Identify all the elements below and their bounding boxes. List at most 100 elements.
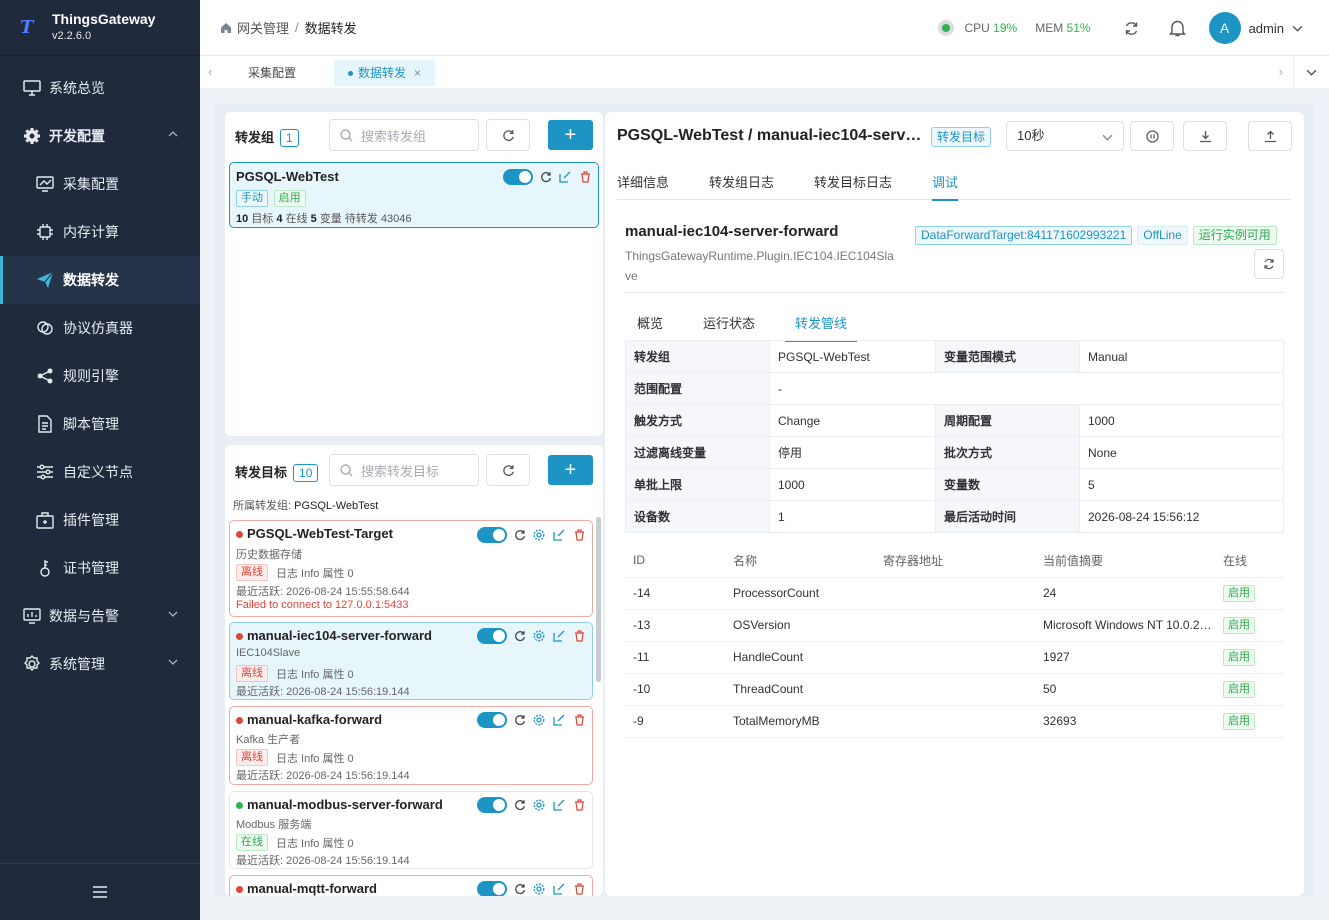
avatar[interactable]: A [1208, 12, 1241, 44]
sidebar-item-overview[interactable]: 系统总览 [0, 64, 200, 112]
sidebar-item-dev-config[interactable]: 开发配置 [0, 112, 200, 160]
sidebar-item-certs[interactable]: 证书管理 [0, 544, 200, 592]
cell-online: 启用 [1215, 673, 1284, 706]
settings-icon[interactable] [532, 713, 546, 727]
delete-icon[interactable] [572, 528, 586, 542]
sidebar-item-collect[interactable]: 采集配置 [0, 160, 200, 208]
delete-icon[interactable] [572, 629, 586, 643]
settings-icon[interactable] [532, 882, 546, 896]
target-card[interactable]: manual-mqtt-forward [229, 875, 593, 896]
tab-debug[interactable]: 调试 [932, 172, 959, 201]
table-row[interactable]: -11 HandleCount 1927 启用 [625, 641, 1284, 674]
sidebar-item-forward[interactable]: 数据转发 [0, 256, 200, 304]
refresh-icon[interactable] [513, 713, 527, 727]
refresh-button[interactable] [1122, 18, 1142, 38]
download-button[interactable] [1183, 121, 1227, 151]
sidebar-item-system[interactable]: 系统管理 [0, 640, 200, 688]
target-enable-toggle[interactable] [477, 527, 507, 543]
notifications-button[interactable] [1168, 18, 1188, 38]
sidebar-item-rules[interactable]: 规则引擎 [0, 352, 200, 400]
sidebar-item-data-alarm[interactable]: 数据与告警 [0, 592, 200, 640]
refresh-icon[interactable] [513, 629, 527, 643]
group-tags: 手动 启用 [236, 189, 306, 207]
add-target-button[interactable]: + [548, 455, 593, 485]
detail-refresh-button[interactable] [1254, 249, 1284, 279]
subtab-pipeline[interactable]: 转发管线 [784, 313, 858, 342]
edit-icon[interactable] [552, 713, 566, 727]
chevron-down-icon[interactable] [1292, 23, 1303, 34]
close-icon[interactable]: × [414, 66, 421, 80]
tabs-dropdown-button[interactable] [1293, 56, 1329, 89]
group-name: PGSQL-WebTest [236, 169, 339, 184]
target-card[interactable]: manual-modbus-server-forward Modbus 服务端 … [229, 791, 593, 869]
column-header[interactable]: 当前值摘要 [1035, 544, 1215, 578]
target-enable-toggle[interactable] [477, 881, 507, 896]
target-search-input[interactable]: 搜索转发目标 [329, 454, 479, 486]
target-enable-toggle[interactable] [477, 797, 507, 813]
group-search-input[interactable]: 搜索转发组 [329, 119, 479, 151]
kv-value: 1000 [1079, 404, 1284, 437]
column-header[interactable]: 在线 [1215, 544, 1284, 578]
subtab-overview[interactable]: 概览 [637, 313, 663, 332]
pause-button[interactable] [1130, 121, 1174, 151]
edit-icon[interactable] [552, 528, 566, 542]
target-enable-toggle[interactable] [477, 712, 507, 728]
group-card[interactable]: PGSQL-WebTest 手动 启用 10 目标 4 在线 5 变量 待转发 … [229, 162, 599, 228]
target-card-selected[interactable]: manual-iec104-server-forward IEC104Slave… [229, 622, 593, 700]
breadcrumb-item[interactable]: 网关管理 [237, 18, 289, 37]
refresh-icon[interactable] [539, 170, 553, 184]
delete-icon[interactable] [572, 713, 586, 727]
table-row[interactable]: -13 OSVersion Microsoft Windows NT 10.0.… [625, 609, 1284, 642]
table-row[interactable]: -9 TotalMemoryMB 32693 启用 [625, 705, 1284, 738]
user-name[interactable]: admin [1249, 21, 1284, 36]
edit-icon[interactable] [558, 170, 572, 184]
target-list-scrollbar[interactable] [596, 517, 601, 682]
tabs-scroll-left-icon[interactable]: ‹ [208, 64, 212, 79]
refresh-icon[interactable] [513, 528, 527, 542]
cell-name: HandleCount [725, 641, 875, 674]
target-last-active: 最近活跃: 2026-08-24 15:56:19.144 [236, 770, 410, 782]
target-last-active: 最近活跃: 2026-08-24 15:55:58.644 [236, 586, 410, 598]
tabs-scroll-right-icon[interactable]: › [1279, 64, 1283, 79]
edit-icon[interactable] [552, 629, 566, 643]
target-id-badge: DataForwardTarget:841171602993221 [915, 226, 1133, 245]
column-header[interactable]: 名称 [725, 544, 875, 578]
cell-value: 50 [1035, 673, 1215, 706]
subtab-runtime[interactable]: 运行状态 [703, 313, 755, 332]
sidebar-item-plugins[interactable]: 插件管理 [0, 496, 200, 544]
interval-select[interactable]: 10秒 [1006, 121, 1124, 151]
table-row[interactable]: -14 ProcessorCount 24 启用 [625, 577, 1284, 610]
sidebar-item-memcalc[interactable]: 内存计算 [0, 208, 200, 256]
upload-button[interactable] [1248, 121, 1292, 151]
settings-icon[interactable] [532, 798, 546, 812]
refresh-icon[interactable] [513, 798, 527, 812]
edit-icon[interactable] [552, 882, 566, 896]
group-enable-toggle[interactable] [503, 169, 533, 185]
target-refresh-button[interactable] [486, 454, 530, 486]
group-refresh-button[interactable] [486, 119, 530, 151]
sidebar-item-scripts[interactable]: 脚本管理 [0, 400, 200, 448]
target-card[interactable]: PGSQL-WebTest-Target 历史数据存储 离线 日志 Info 属性… [229, 520, 593, 617]
column-header[interactable]: ID [625, 544, 725, 578]
column-header[interactable]: 寄存器地址 [875, 544, 1035, 578]
delete-icon[interactable] [572, 798, 586, 812]
target-enable-toggle[interactable] [477, 628, 507, 644]
add-group-button[interactable]: + [548, 120, 593, 150]
tab-data-forward[interactable]: 数据转发 × [334, 60, 436, 86]
target-card[interactable]: manual-kafka-forward Kafka 生产者 离线 日志 Info… [229, 706, 593, 785]
settings-icon[interactable] [532, 528, 546, 542]
delete-icon[interactable] [572, 882, 586, 896]
collapse-menu-button[interactable] [0, 863, 200, 920]
target-name: manual-modbus-server-forward [247, 797, 443, 812]
sidebar-item-custom-node[interactable]: 自定义节点 [0, 448, 200, 496]
tab-group-log[interactable]: 转发组日志 [709, 172, 774, 191]
tab-target-log[interactable]: 转发目标日志 [814, 172, 892, 191]
delete-icon[interactable] [578, 170, 592, 184]
refresh-icon[interactable] [513, 882, 527, 896]
tab-collect-config[interactable]: 采集配置 [234, 60, 310, 86]
tab-details[interactable]: 详细信息 [617, 172, 669, 191]
table-row[interactable]: -10 ThreadCount 50 启用 [625, 673, 1284, 706]
settings-icon[interactable] [532, 629, 546, 643]
edit-icon[interactable] [552, 798, 566, 812]
sidebar-item-simulator[interactable]: 协议仿真器 [0, 304, 200, 352]
